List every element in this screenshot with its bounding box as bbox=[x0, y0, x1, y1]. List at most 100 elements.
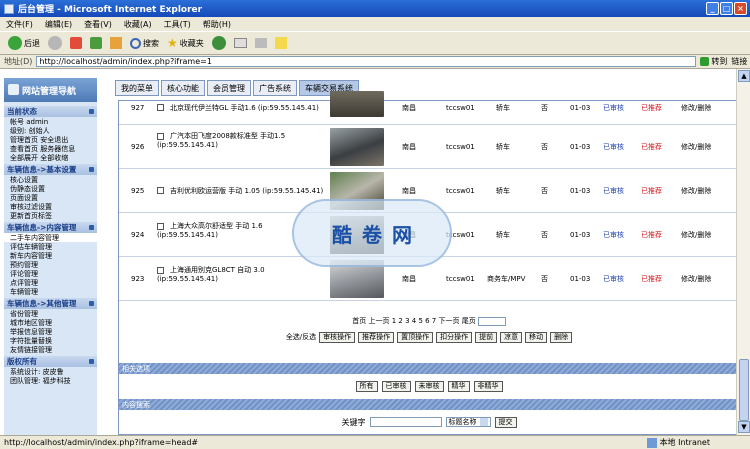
keyword-input[interactable] bbox=[369, 417, 442, 427]
forward-button[interactable] bbox=[46, 34, 64, 52]
nav-logo-icon bbox=[8, 84, 19, 95]
maximize-button[interactable]: □ bbox=[720, 2, 733, 15]
cool-button[interactable]: 凉意 bbox=[500, 331, 523, 343]
row-ip: (ip:59.55.145.41) bbox=[157, 141, 218, 149]
row-title-text[interactable]: 上海大众高尔舒适型 手动 1.6 bbox=[170, 222, 263, 230]
collapse-icon[interactable] bbox=[89, 225, 94, 230]
favorites-button[interactable]: ★ 收藏夹 bbox=[165, 34, 206, 52]
row-title-text[interactable]: 广汽本田飞度2008款标准型 手动1.5 bbox=[170, 132, 285, 140]
filter-unapproved-button[interactable]: 未审核 bbox=[414, 380, 444, 392]
home-button[interactable] bbox=[108, 34, 124, 52]
row-flag: 否 bbox=[541, 103, 548, 112]
mail-button[interactable] bbox=[232, 34, 249, 52]
go-button[interactable]: 转到 bbox=[700, 56, 727, 67]
history-button[interactable] bbox=[210, 34, 228, 52]
search-header: 内容搜索 bbox=[119, 399, 739, 410]
sidebar-item-expand-collapse[interactable]: 全部展开 全部收缩 bbox=[4, 153, 97, 162]
row-recommend[interactable]: 已推荐 bbox=[641, 230, 662, 240]
search-field-select[interactable]: 标题名称 bbox=[445, 417, 491, 427]
refresh-button[interactable] bbox=[88, 34, 104, 52]
links-button[interactable]: 链接 bbox=[731, 56, 747, 67]
filter-featured-button[interactable]: 精华 bbox=[447, 380, 470, 392]
section-title-other[interactable]: 车辆信息->其他管理 bbox=[4, 298, 97, 309]
address-input[interactable]: http://localhost/admin/index.php?iframe=… bbox=[36, 56, 697, 67]
filter-nonfeatured-button[interactable]: 非精华 bbox=[473, 380, 503, 392]
row-checkbox[interactable] bbox=[157, 104, 164, 111]
recommend-button[interactable]: 推荐操作 bbox=[358, 331, 395, 343]
filter-approved-button[interactable]: 已审核 bbox=[381, 380, 411, 392]
row-title-text[interactable]: 吉利优利欧运营版 手动 1.05 bbox=[170, 187, 260, 195]
row-title-text[interactable]: 上海通用别克GL8CT 自动 3.0 bbox=[170, 266, 265, 274]
notes-button[interactable] bbox=[273, 34, 289, 52]
collapse-icon[interactable] bbox=[89, 167, 94, 172]
sidebar-item-friend-links[interactable]: 友情链接管理 bbox=[4, 345, 97, 354]
row-type: 轿车 bbox=[496, 230, 510, 239]
status-url: http://localhost/admin/index.php?iframe=… bbox=[4, 438, 199, 447]
page-jump-input[interactable] bbox=[477, 316, 506, 326]
row-ops[interactable]: 修改/删除 bbox=[681, 186, 711, 196]
row-status[interactable]: 已审核 bbox=[603, 186, 624, 196]
menu-edit[interactable]: 编辑(E) bbox=[45, 19, 72, 30]
move-button[interactable]: 移动 bbox=[525, 331, 548, 343]
row-checkbox[interactable] bbox=[157, 222, 164, 230]
row-title[interactable]: 北京现代伊兰特GL 手动1.6 (ip:59.55.145.41) bbox=[157, 103, 319, 113]
collapse-icon[interactable] bbox=[89, 359, 94, 364]
row-recommend[interactable]: 已推荐 bbox=[641, 103, 662, 113]
row-status[interactable]: 已审核 bbox=[603, 142, 624, 152]
section-title-status[interactable]: 当前状态 bbox=[4, 106, 97, 117]
row-title[interactable]: 广汽本田飞度2008款标准型 手动1.5 (ip:59.55.145.41) bbox=[157, 131, 327, 149]
advance-button[interactable]: 提前 bbox=[475, 331, 498, 343]
row-title[interactable]: 吉利优利欧运营版 手动 1.05 (ip:59.55.145.41) bbox=[157, 186, 329, 196]
car-thumbnail[interactable] bbox=[330, 128, 384, 166]
row-ops[interactable]: 修改/删除 bbox=[681, 274, 711, 284]
pager-links[interactable]: 首页 上一页 1 2 3 4 5 6 7 下一页 尾页 bbox=[352, 316, 475, 326]
row-date: 01-03 bbox=[570, 142, 591, 151]
row-recommend[interactable]: 已推荐 bbox=[641, 186, 662, 196]
select-all-toggle[interactable]: 全选/反选 bbox=[286, 332, 316, 342]
print-button[interactable] bbox=[253, 34, 269, 52]
collapse-icon[interactable] bbox=[89, 109, 94, 114]
section-title-basic[interactable]: 车辆信息->基本设置 bbox=[4, 164, 97, 175]
row-status[interactable]: 已审核 bbox=[603, 230, 624, 240]
row-title[interactable]: 上海通用别克GL8CT 自动 3.0 (ip:59.55.145.41) bbox=[157, 265, 327, 283]
row-status[interactable]: 已审核 bbox=[603, 103, 624, 113]
table-row: 927 北京现代伊兰特GL 手动1.6 (ip:59.55.145.41) 南昌… bbox=[119, 91, 739, 125]
sidebar-item-update-tags[interactable]: 更新首页标签 bbox=[4, 211, 97, 220]
row-status[interactable]: 已审核 bbox=[603, 274, 624, 284]
filter-all-button[interactable]: 所有 bbox=[355, 380, 378, 392]
search-button[interactable]: 搜索 bbox=[128, 34, 161, 52]
row-recommend[interactable]: 已推荐 bbox=[641, 142, 662, 152]
minimize-button[interactable]: _ bbox=[706, 2, 719, 15]
deduct-button[interactable]: 扣分操作 bbox=[436, 331, 473, 343]
sidebar-item-vehicles[interactable]: 车辆管理 bbox=[4, 287, 97, 296]
row-checkbox[interactable] bbox=[157, 187, 164, 194]
menu-help[interactable]: 帮助(H) bbox=[203, 19, 231, 30]
menu-file[interactable]: 文件(F) bbox=[6, 19, 33, 30]
collapse-icon[interactable] bbox=[89, 301, 94, 306]
row-ops[interactable]: 修改/删除 bbox=[681, 230, 711, 240]
scroll-down-icon[interactable]: ▼ bbox=[738, 421, 750, 433]
row-ops[interactable]: 修改/删除 bbox=[681, 142, 711, 152]
row-checkbox[interactable] bbox=[157, 132, 164, 140]
delete-button[interactable]: 删除 bbox=[550, 331, 573, 343]
pin-button[interactable]: 置顶操作 bbox=[397, 331, 434, 343]
row-title-text[interactable]: 北京现代伊兰特GL 手动1.6 bbox=[170, 104, 256, 112]
menu-favorites[interactable]: 收藏(A) bbox=[124, 19, 152, 30]
back-button[interactable]: 后退 bbox=[6, 34, 42, 52]
audit-button[interactable]: 审核操作 bbox=[319, 331, 356, 343]
row-ops[interactable]: 修改/删除 bbox=[681, 103, 711, 113]
scroll-thumb[interactable] bbox=[739, 359, 749, 421]
vertical-scrollbar[interactable]: ▲ ▼ bbox=[736, 69, 750, 435]
menu-view[interactable]: 查看(V) bbox=[84, 19, 112, 30]
menu-tools[interactable]: 工具(T) bbox=[164, 19, 191, 30]
section-title-content[interactable]: 车辆信息->内容管理 bbox=[4, 222, 97, 233]
row-checkbox[interactable] bbox=[157, 266, 164, 274]
close-button[interactable]: × bbox=[734, 2, 747, 15]
row-recommend[interactable]: 已推荐 bbox=[641, 274, 662, 284]
row-type: 轿车 bbox=[496, 142, 510, 151]
stop-button[interactable] bbox=[68, 34, 84, 52]
search-submit-button[interactable]: 提交 bbox=[494, 416, 517, 428]
car-thumbnail[interactable] bbox=[330, 91, 384, 117]
row-flag: 否 bbox=[541, 274, 548, 283]
scroll-up-icon[interactable]: ▲ bbox=[738, 70, 750, 82]
